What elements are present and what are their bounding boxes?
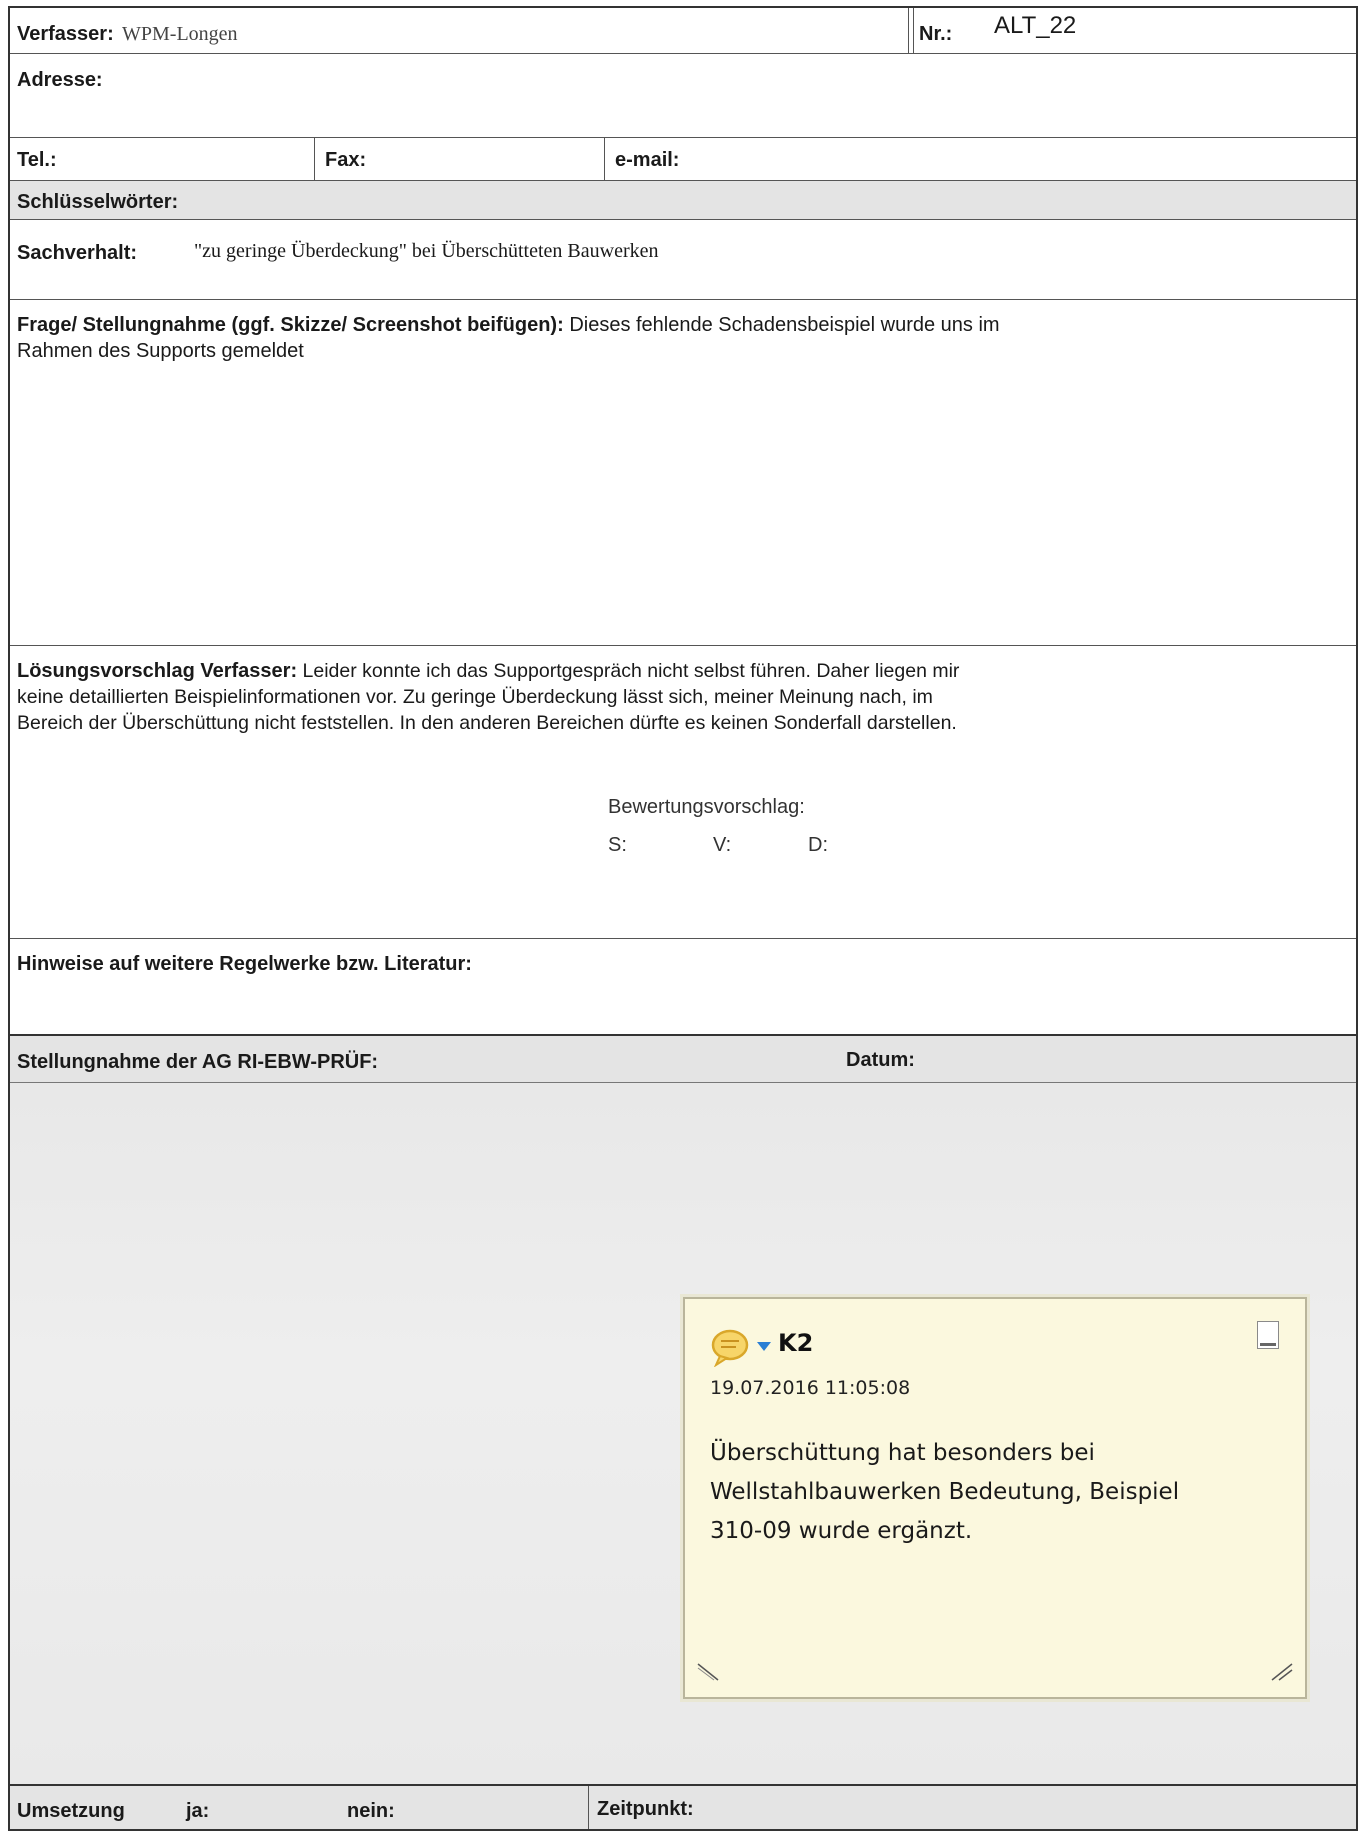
hinweise-label: Hinweise auf weitere Regelwerke bzw. Lit…	[17, 953, 472, 975]
nr-cell: Nr.: ALT_22	[914, 8, 1356, 53]
comment-author: K2	[778, 1329, 814, 1357]
tel-label: Tel.:	[17, 149, 57, 171]
row-contact: Tel.: Fax: e-mail:	[10, 138, 1356, 181]
sachverhalt-label: Sachverhalt:	[17, 242, 138, 264]
bewertung-label: Bewertungsvorschlag:	[608, 796, 805, 818]
bewertung-v-label: V:	[713, 834, 732, 856]
row-frage: Frage/ Stellungnahme (ggf. Skizze/ Scree…	[10, 300, 1356, 646]
loesung-text-line1: Leider konnte ich das Supportgespräch ni…	[302, 660, 960, 682]
row-hinweise: Hinweise auf weitere Regelwerke bzw. Lit…	[10, 939, 1356, 1036]
row-sachverhalt: Sachverhalt: "zu geringe Überdeckung" be…	[10, 220, 1356, 300]
loesung-text-line3: Bereich der Überschüttung nicht feststel…	[17, 712, 957, 734]
fax-label: Fax:	[325, 149, 367, 171]
comment-text-line3: 310-09 wurde ergänzt.	[710, 1518, 973, 1544]
comment-text-line2: Wellstahlbauwerken Bedeutung, Beispiel	[710, 1479, 1180, 1505]
comment-text-line1: Überschüttung hat besonders bei	[710, 1440, 1095, 1466]
umsetzung-label: Umsetzung	[17, 1800, 125, 1822]
minimize-icon[interactable]	[1257, 1321, 1279, 1349]
comment-bubble-icon[interactable]	[710, 1327, 754, 1368]
dropdown-arrow-icon[interactable]	[757, 1342, 771, 1351]
zeitpunkt-label: Zeitpunkt:	[597, 1798, 694, 1820]
frage-text-line1: Dieses fehlende Schadensbeispiel wurde u…	[569, 314, 1000, 336]
bewertung-d-label: D:	[808, 834, 828, 856]
verfasser-label: Verfasser:	[17, 23, 114, 45]
row-verfasser: Verfasser: WPM-Longen Nr.: ALT_22	[10, 8, 1356, 54]
row-stellungnahme-header: Stellungnahme der AG RI-EBW-PRÜF: Datum:	[10, 1036, 1356, 1083]
stellungnahme-label: Stellungnahme der AG RI-EBW-PRÜF:	[17, 1051, 379, 1073]
nr-value: ALT_22	[994, 12, 1077, 39]
comment-note[interactable]: K2 19.07.2016 11:05:08 Überschüttung hat…	[683, 1297, 1307, 1699]
row-schluesselwoerter: Schlüsselwörter:	[10, 181, 1356, 220]
email-cell: e-mail:	[604, 138, 1356, 180]
nr-label: Nr.:	[919, 23, 953, 45]
umsetzung-cell: Umsetzung ja: nein:	[10, 1786, 588, 1829]
zeitpunkt-cell: Zeitpunkt:	[588, 1786, 1356, 1829]
tel-cell: Tel.:	[10, 138, 314, 180]
loesung-label: Lösungsvorschlag Verfasser:	[17, 660, 298, 682]
bewertung-s-label: S:	[608, 834, 627, 856]
frage-text-line2: Rahmen des Supports gemeldet	[17, 340, 304, 362]
fax-cell: Fax:	[314, 138, 604, 180]
ja-label: ja:	[186, 1800, 210, 1822]
verfasser-cell: Verfasser: WPM-Longen	[10, 8, 908, 53]
sachverhalt-value: "zu geringe Überdeckung" bei Überschütte…	[194, 240, 659, 262]
row-umsetzung: Umsetzung ja: nein: Zeitpunkt:	[10, 1786, 1356, 1829]
resize-handle-right-icon[interactable]	[1269, 1661, 1295, 1683]
frage-label: Frage/ Stellungnahme (ggf. Skizze/ Scree…	[17, 314, 564, 336]
datum-label: Datum:	[846, 1049, 915, 1071]
nein-label: nein:	[347, 1800, 395, 1822]
adresse-label: Adresse:	[17, 69, 103, 91]
comment-timestamp: 19.07.2016 11:05:08	[710, 1377, 911, 1399]
row-adresse: Adresse:	[10, 54, 1356, 138]
verfasser-value: WPM-Longen	[122, 23, 238, 45]
schluesselwoerter-label: Schlüsselwörter:	[17, 191, 179, 213]
email-label: e-mail:	[615, 149, 680, 171]
resize-handle-left-icon[interactable]	[695, 1661, 721, 1683]
loesung-text-line2: keine detaillierten Beispielinformatione…	[17, 686, 933, 708]
row-loesung: Lösungsvorschlag Verfasser: Leider konnt…	[10, 646, 1356, 939]
